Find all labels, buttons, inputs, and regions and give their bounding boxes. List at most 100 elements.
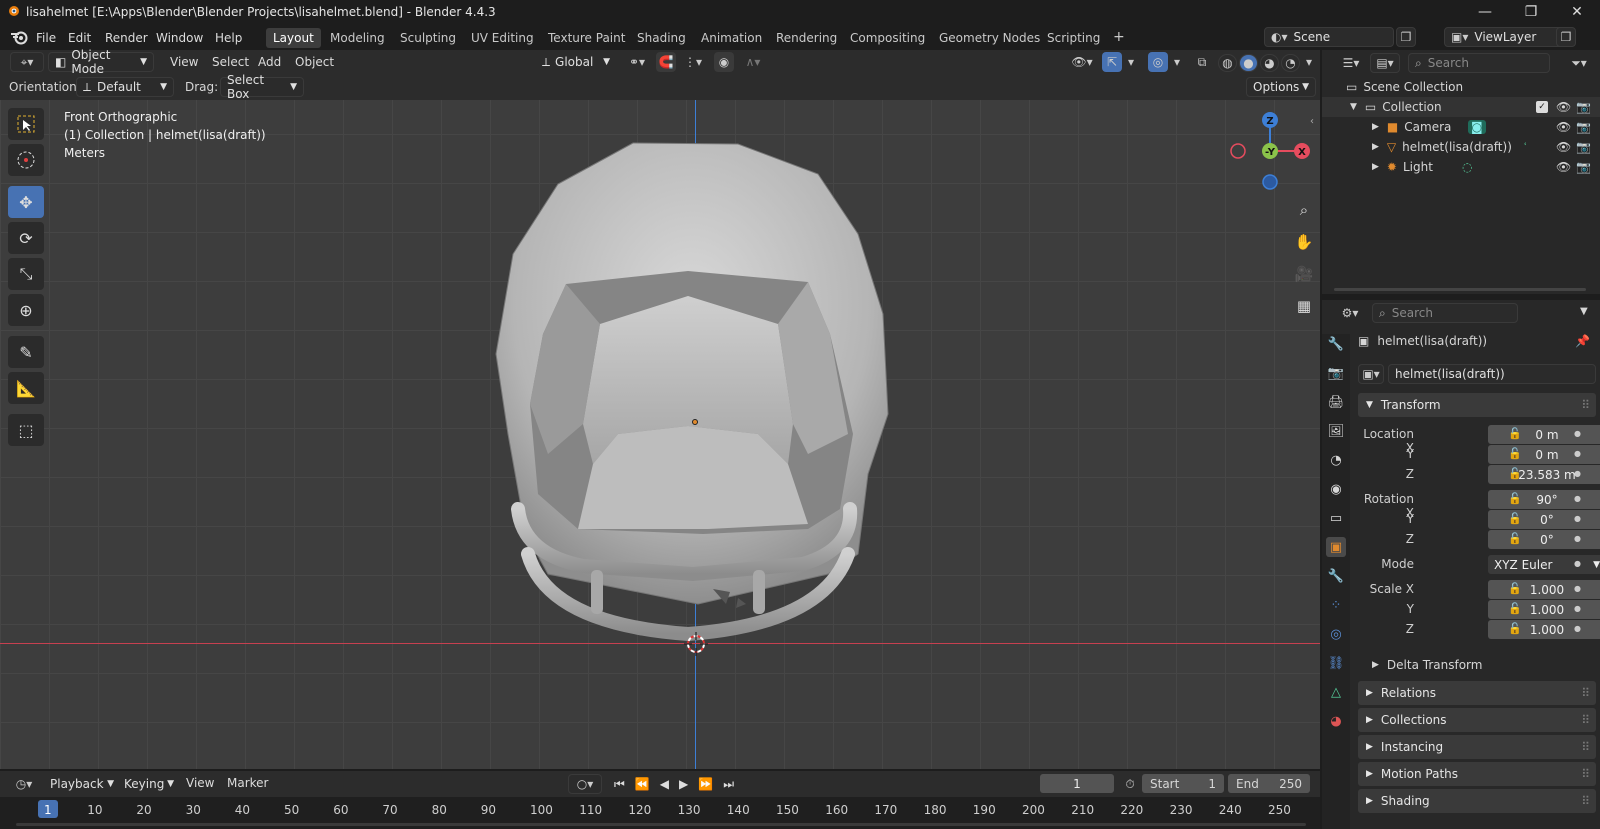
keyframe-dot-icon[interactable]: ● [1574, 534, 1581, 543]
viewport-menu-object[interactable]: Object [291, 53, 338, 71]
3d-cursor-icon[interactable] [684, 632, 708, 656]
shading-panel-header[interactable]: ▶ Shading ⠿ [1358, 789, 1596, 813]
add-cube-tool-icon[interactable]: ⬚ [8, 414, 44, 446]
outliner-row-light[interactable]: ▶ ✹ Light ◌ 👁 📷 [1322, 157, 1600, 177]
rendered-shading-icon[interactable]: ◔ [1281, 54, 1300, 72]
options-dropdown[interactable]: Options ▼ [1246, 77, 1316, 97]
outliner-scrollbar[interactable] [1334, 288, 1586, 291]
drag-handle-icon[interactable]: ⠿ [1581, 713, 1590, 727]
material-preview-icon[interactable]: ◕ [1260, 54, 1279, 72]
keyframe-dot-icon[interactable]: ● [1574, 494, 1581, 503]
keyframe-dot-icon[interactable]: ● [1574, 584, 1581, 593]
keyframe-dot-icon[interactable]: ● [1574, 604, 1581, 613]
viewport-menu-select[interactable]: Select [208, 53, 253, 71]
tab-geometry-nodes[interactable]: Geometry Nodes [932, 28, 1047, 48]
keyframe-dot-icon[interactable]: ● [1574, 429, 1581, 438]
zoom-icon[interactable]: ⌕ [1290, 196, 1318, 224]
add-workspace-button[interactable]: + [1106, 26, 1132, 48]
instancing-panel-header[interactable]: ▶ Instancing ⠿ [1358, 735, 1596, 759]
tab-uv-editing[interactable]: UV Editing [464, 28, 541, 48]
drag-handle-icon[interactable]: ⠿ [1581, 794, 1590, 808]
pivot-point-icon[interactable]: ⚭▾ [622, 52, 652, 72]
jump-start-icon[interactable]: ⏮ [614, 777, 625, 792]
relations-panel-header[interactable]: ▶ Relations ⠿ [1358, 681, 1596, 705]
play-icon[interactable]: ▶ [679, 777, 688, 791]
properties-search-input[interactable]: ⌕ Search [1372, 303, 1518, 323]
tab-animation[interactable]: Animation [694, 28, 769, 48]
lock-icon[interactable]: 🔓 [1508, 427, 1522, 440]
timeline-menu-view[interactable]: View [182, 774, 218, 792]
tab-layout[interactable]: Layout [266, 28, 321, 48]
lock-icon[interactable]: 🔓 [1508, 622, 1522, 635]
modifier-tab-icon[interactable]: 🔧 [1326, 566, 1346, 586]
object-tab-icon[interactable]: ▣ [1326, 537, 1346, 557]
menu-file[interactable]: File [32, 29, 60, 47]
lock-icon[interactable]: 🔓 [1508, 512, 1522, 525]
navigation-gizmo[interactable]: Z X -Y [1228, 108, 1312, 194]
view-layer-selector[interactable]: ▣▾ ViewLayer [1444, 27, 1572, 47]
tool-tab-icon[interactable]: 🔧 [1326, 334, 1346, 354]
constraints-tab-icon[interactable]: ⛓ [1326, 653, 1346, 673]
drag-handle-icon[interactable]: ⠿ [1581, 740, 1590, 754]
tab-scripting[interactable]: Scripting [1040, 28, 1107, 48]
snap-target-icon[interactable]: ⋮▾ [678, 52, 708, 72]
data-tab-icon[interactable]: △ [1326, 682, 1346, 702]
tab-rendering[interactable]: Rendering [769, 28, 844, 48]
3d-viewport[interactable] [0, 74, 1320, 769]
menu-help[interactable]: Help [211, 29, 246, 47]
prev-keyframe-icon[interactable]: ⏪ [635, 777, 650, 791]
chevron-down-icon[interactable]: ▼ [1580, 306, 1588, 317]
tab-shading[interactable]: Shading [630, 28, 693, 48]
minimize-button[interactable]: — [1462, 0, 1508, 24]
particles-tab-icon[interactable]: ⁘ [1326, 595, 1346, 615]
outliner-editor-type-icon[interactable]: ☰▾ [1336, 53, 1366, 73]
scene-selector[interactable]: ◐▾ Scene [1264, 27, 1394, 47]
view-layer-tab-icon[interactable]: 🖼 [1326, 421, 1346, 441]
output-tab-icon[interactable]: 🖨 [1326, 392, 1346, 412]
chevron-down-icon[interactable]: ▾ [1124, 52, 1138, 72]
lock-icon[interactable]: 🔓 [1508, 467, 1522, 480]
keyframe-dot-icon[interactable]: ● [1574, 449, 1581, 458]
xray-toggle-icon[interactable]: ⧉ [1192, 52, 1212, 72]
filter-icon[interactable]: ⏷▾ [1562, 53, 1596, 73]
keying-menu[interactable]: Keying ▼ [118, 774, 180, 794]
delta-transform-subpanel[interactable]: ▶ Delta Transform [1372, 655, 1596, 675]
end-frame-field[interactable]: End 250 [1228, 774, 1310, 793]
cursor-tool-icon[interactable] [8, 144, 44, 176]
grid-ortho-icon[interactable]: ▦ [1290, 292, 1318, 320]
timeline-editor-type-icon[interactable]: ◷▾ [8, 774, 40, 794]
collections-panel-header[interactable]: ▶ Collections ⠿ [1358, 708, 1596, 732]
move-tool-icon[interactable]: ✥ [8, 186, 44, 218]
timeline-menu-marker[interactable]: Marker [223, 774, 272, 792]
properties-editor-type-icon[interactable]: ⚙▾ [1334, 303, 1366, 323]
material-tab-icon[interactable]: ◕ [1326, 711, 1346, 731]
keyframe-dot-icon[interactable]: ● [1574, 559, 1581, 568]
viewport-menu-add[interactable]: Add [254, 53, 285, 71]
display-mode-icon[interactable]: ▤▾ [1370, 53, 1400, 73]
camera-restrict-icon[interactable]: 📷 [1576, 140, 1591, 154]
annotate-tool-icon[interactable]: ✎ [8, 336, 44, 368]
editor-type-icon[interactable]: ⌖▾ [10, 52, 44, 72]
timeline-ruler[interactable]: 1 10 20 30 40 50 60 70 80 90 100 110 120 130 140 150 160… [0, 797, 1320, 829]
proportional-edit-icon[interactable]: ◉ [714, 52, 734, 72]
preview-range-icon[interactable]: ⏱ [1120, 774, 1140, 794]
lock-icon[interactable]: 🔓 [1508, 532, 1522, 545]
menu-edit[interactable]: Edit [64, 29, 95, 47]
datablock-name-field[interactable]: helmet(lisa(draft)) [1388, 364, 1596, 384]
outliner-row-collection[interactable]: ▼ ▭ Collection ✓ 👁 📷 [1322, 97, 1600, 117]
keyframe-dot-icon[interactable]: ● [1574, 469, 1581, 478]
eye-icon[interactable]: 👁 [1556, 140, 1571, 154]
physics-tab-icon[interactable]: ◎ [1326, 624, 1346, 644]
camera-restrict-icon[interactable]: 📷 [1576, 120, 1591, 134]
select-box-tool-icon[interactable] [8, 108, 44, 140]
eye-icon[interactable]: 👁 [1556, 100, 1571, 114]
outliner-row-scene-collection[interactable]: ▭ Scene Collection [1322, 77, 1600, 97]
motion-paths-panel-header[interactable]: ▶ Motion Paths ⠿ [1358, 762, 1596, 786]
datablock-browse-icon[interactable]: ▣▾ [1358, 364, 1384, 384]
render-tab-icon[interactable]: 📷 [1326, 363, 1346, 383]
current-frame-field[interactable]: 1 [1040, 774, 1114, 793]
gizmo-toggle-icon[interactable]: ⇱ [1102, 52, 1122, 72]
mode-selector[interactable]: ◧ Object Mode ▼ [48, 48, 154, 76]
jump-end-icon[interactable]: ⏭ [723, 777, 734, 792]
camera-view-icon[interactable]: 🎥 [1290, 260, 1318, 288]
